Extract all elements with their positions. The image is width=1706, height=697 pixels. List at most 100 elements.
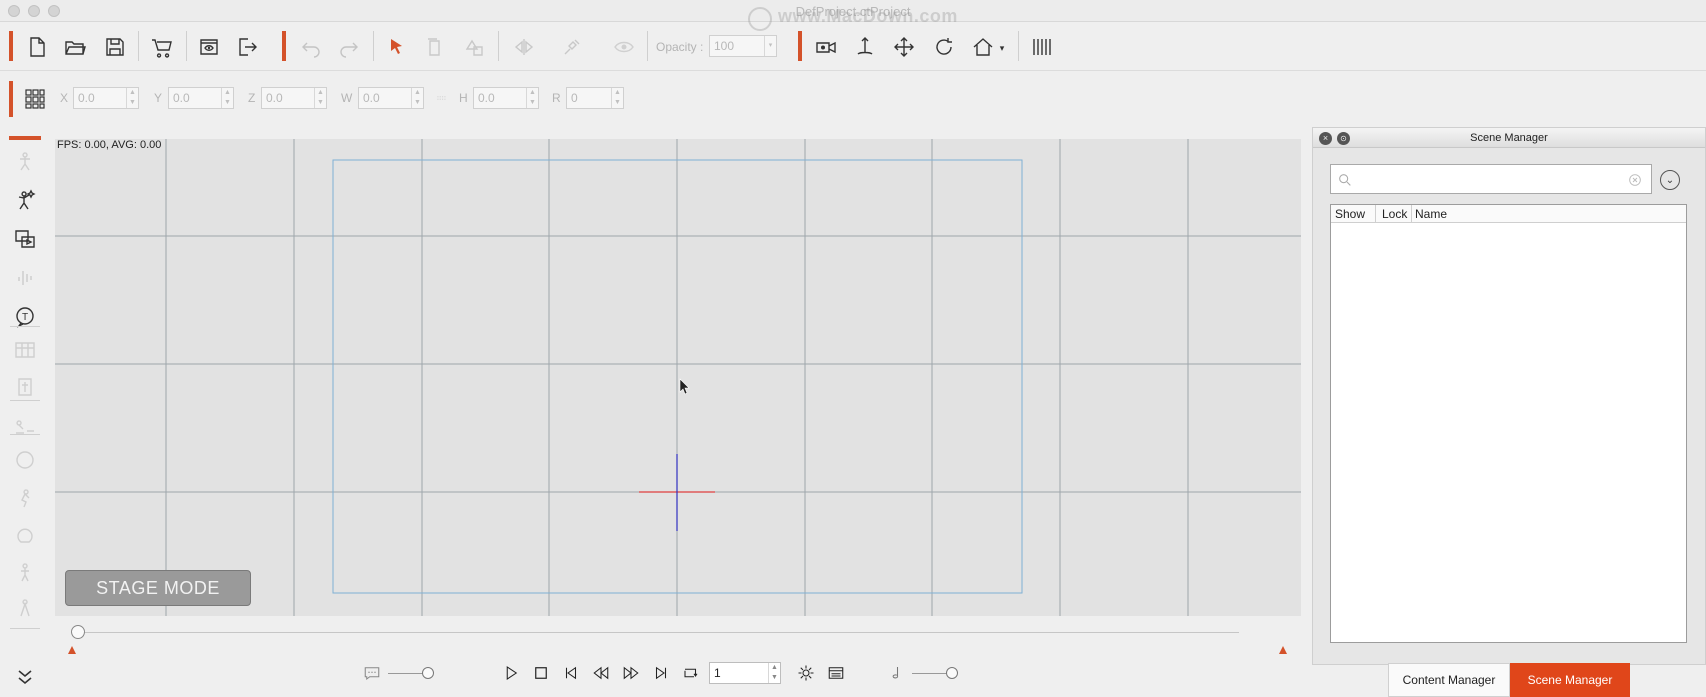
skeleton-icon[interactable] (11, 373, 39, 401)
redo-icon[interactable] (335, 33, 363, 61)
open-folder-icon[interactable] (61, 33, 89, 61)
toolbar-accent-bar (282, 31, 286, 61)
character-icon[interactable] (11, 147, 39, 175)
previous-frame-icon[interactable] (589, 661, 613, 685)
y-label: Y (154, 91, 163, 105)
visibility-icon[interactable] (610, 33, 638, 61)
export-icon[interactable] (234, 33, 262, 61)
clear-search-icon[interactable] (1627, 172, 1643, 188)
new-file-icon[interactable] (23, 33, 51, 61)
z-stepper[interactable]: ▲ ▼ (314, 88, 326, 108)
home-icon[interactable] (969, 33, 997, 61)
opacity-value: 100 (714, 39, 735, 53)
grid-snap-icon[interactable] (21, 85, 49, 113)
render-settings-icon[interactable] (824, 661, 848, 685)
select-arrow-icon[interactable] (383, 33, 411, 61)
table-header: Show Lock Name (1331, 205, 1686, 223)
play-icon[interactable] (499, 661, 523, 685)
home-dropdown-icon[interactable]: ▾ (995, 41, 1009, 55)
speed-slider-knob[interactable] (422, 667, 434, 679)
r-stepper[interactable]: ▲ ▼ (611, 88, 623, 108)
last-frame-icon[interactable] (649, 661, 673, 685)
stage-viewport[interactable]: FPS: 0.00, AVG: 0.00 STAGE MODE (55, 139, 1301, 616)
image-sequence-icon[interactable] (11, 225, 39, 253)
walk-pose-icon[interactable] (11, 558, 39, 586)
duplicate-icon[interactable] (460, 33, 488, 61)
tab-content-manager[interactable]: Content Manager (1388, 663, 1510, 697)
toolbar-accent-bar (9, 31, 13, 61)
subtitle-icon[interactable] (360, 661, 384, 685)
move-icon[interactable] (890, 33, 918, 61)
z-input[interactable]: 0.0 ▲ ▼ (261, 87, 327, 109)
character-pose-icon[interactable] (11, 186, 39, 214)
w-label: W (341, 91, 353, 105)
filter-dropdown-icon[interactable]: ⌄ (1660, 170, 1680, 190)
r-label: R (552, 91, 561, 105)
preview-icon[interactable] (195, 33, 223, 61)
range-end-marker[interactable] (1279, 646, 1287, 654)
link-proportion-icon[interactable] (432, 87, 452, 109)
column-name-header[interactable]: Name (1415, 207, 1447, 221)
column-show-header[interactable]: Show (1335, 207, 1365, 221)
toolbar-accent-bar (798, 31, 802, 61)
volume-slider-knob[interactable] (946, 667, 958, 679)
grid-layout-icon[interactable] (11, 336, 39, 364)
h-input[interactable]: 0.0 ▲ ▼ (473, 87, 539, 109)
timeline-playhead[interactable] (71, 625, 85, 639)
stage-mode-button[interactable]: STAGE MODE (65, 570, 251, 606)
align-icon[interactable] (1028, 33, 1056, 61)
audio-wave-icon[interactable] (11, 263, 39, 291)
column-divider (1411, 205, 1412, 223)
toolbar-separator (498, 31, 499, 61)
frame-number-input[interactable]: 1 ▲ ▼ (709, 662, 781, 684)
x-stepper[interactable]: ▲ ▼ (126, 88, 138, 108)
cart-icon[interactable] (148, 33, 176, 61)
timeline-area: 1 ▲ ▼ (55, 620, 1301, 697)
mirror-icon[interactable] (510, 33, 538, 61)
loop-icon[interactable] (679, 661, 703, 685)
music-note-icon[interactable] (884, 661, 908, 685)
h-stepper[interactable]: ▲ ▼ (526, 88, 538, 108)
y-value: 0.0 (173, 91, 190, 105)
opacity-input[interactable]: 100 ▾ (709, 35, 777, 57)
column-lock-header[interactable]: Lock (1382, 207, 1407, 221)
range-start-marker[interactable] (68, 646, 76, 654)
h-value: 0.0 (478, 91, 495, 105)
z-label: Z (248, 91, 256, 105)
copy-icon[interactable] (420, 33, 448, 61)
rotate-icon[interactable] (930, 33, 958, 61)
expand-more-icon[interactable] (11, 663, 39, 691)
light-settings-icon[interactable] (794, 661, 818, 685)
scene-search-input[interactable] (1330, 164, 1652, 194)
mouse-cursor-icon (679, 378, 690, 395)
timeline-track[interactable] (71, 632, 1239, 633)
w-input[interactable]: 0.0 ▲ ▼ (358, 87, 424, 109)
sidebar-accent-bar (9, 136, 41, 140)
run-pose-icon[interactable] (11, 484, 39, 512)
y-stepper[interactable]: ▲ ▼ (221, 88, 233, 108)
save-icon[interactable] (101, 33, 129, 61)
w-stepper[interactable]: ▲ ▼ (411, 88, 423, 108)
main-toolbar: Opacity : 100 ▾ ▾ (0, 23, 1706, 71)
face-icon[interactable] (11, 446, 39, 474)
move-up-icon[interactable] (851, 33, 879, 61)
figure-icon[interactable] (11, 594, 39, 622)
stop-icon[interactable] (529, 661, 553, 685)
y-input[interactable]: 0.0 ▲ ▼ (168, 87, 234, 109)
h-label: H (459, 91, 468, 105)
x-input[interactable]: 0.0 ▲ ▼ (73, 87, 139, 109)
frame-stepper[interactable]: ▲ ▼ (768, 663, 780, 683)
camera-icon[interactable] (812, 33, 840, 61)
head-icon[interactable] (11, 522, 39, 550)
link-icon[interactable] (558, 33, 586, 61)
tab-scene-manager[interactable]: Scene Manager (1510, 663, 1630, 697)
first-frame-icon[interactable] (559, 661, 583, 685)
x-value: 0.0 (78, 91, 95, 105)
undo-icon[interactable] (297, 33, 325, 61)
next-frame-icon[interactable] (619, 661, 643, 685)
r-input[interactable]: 0 ▲ ▼ (566, 87, 624, 109)
sidebar-separator (10, 326, 40, 327)
r-value: 0 (571, 91, 578, 105)
motion-icon[interactable] (11, 413, 39, 441)
opacity-dropdown-icon[interactable]: ▾ (764, 36, 776, 56)
